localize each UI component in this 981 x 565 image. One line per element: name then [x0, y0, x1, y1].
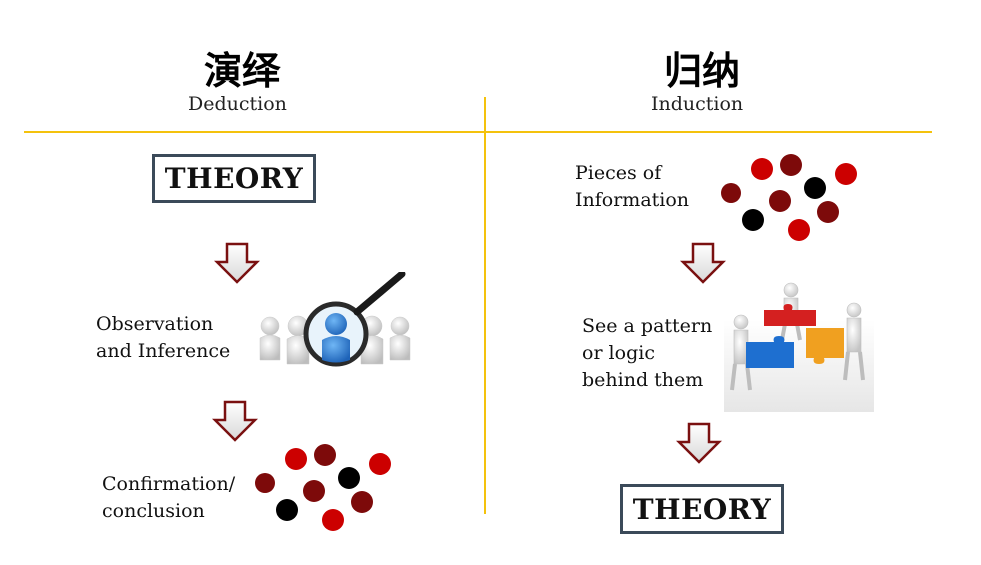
- down-arrow-icon: [680, 242, 726, 284]
- confirmation-line-2: conclusion: [102, 500, 205, 522]
- deduction-title-cn: 演绎: [204, 49, 281, 93]
- observation-line-2: and Inference: [96, 340, 231, 362]
- horizontal-divider: [24, 131, 932, 133]
- deduction-theory-box: THEORY: [152, 154, 316, 203]
- induction-theory-box: THEORY: [620, 484, 784, 534]
- pattern-line-1: See a pattern: [582, 315, 713, 337]
- observation-line-1: Observation: [96, 313, 214, 335]
- pattern-text: See a pattern or logic behind them: [582, 313, 712, 394]
- pattern-line-3: behind them: [582, 369, 704, 391]
- dot-cluster-icon: [721, 154, 857, 241]
- observation-text: Observation and Inference: [96, 311, 230, 365]
- induction-theory-label: THEORY: [632, 492, 772, 526]
- induction-title-en: Induction: [651, 93, 744, 115]
- pattern-line-2: or logic: [582, 342, 655, 364]
- confirmation-text: Confirmation/ conclusion: [102, 471, 235, 525]
- puzzle-people-icon: [724, 282, 874, 412]
- induction-title-cn: 归纳: [664, 49, 741, 93]
- vertical-divider: [484, 97, 486, 514]
- confirmation-line-1: Confirmation/: [102, 473, 236, 495]
- pieces-text: Pieces of Information: [575, 160, 689, 214]
- pieces-line-2: Information: [575, 189, 690, 211]
- down-arrow-icon: [214, 242, 260, 284]
- down-arrow-icon: [676, 422, 722, 464]
- magnifier-people-icon: [259, 272, 411, 367]
- deduction-title-en: Deduction: [188, 93, 287, 115]
- dot-cluster-icon: [255, 444, 391, 531]
- pieces-line-1: Pieces of: [575, 162, 662, 184]
- deduction-theory-label: THEORY: [164, 162, 304, 195]
- down-arrow-icon: [212, 400, 258, 442]
